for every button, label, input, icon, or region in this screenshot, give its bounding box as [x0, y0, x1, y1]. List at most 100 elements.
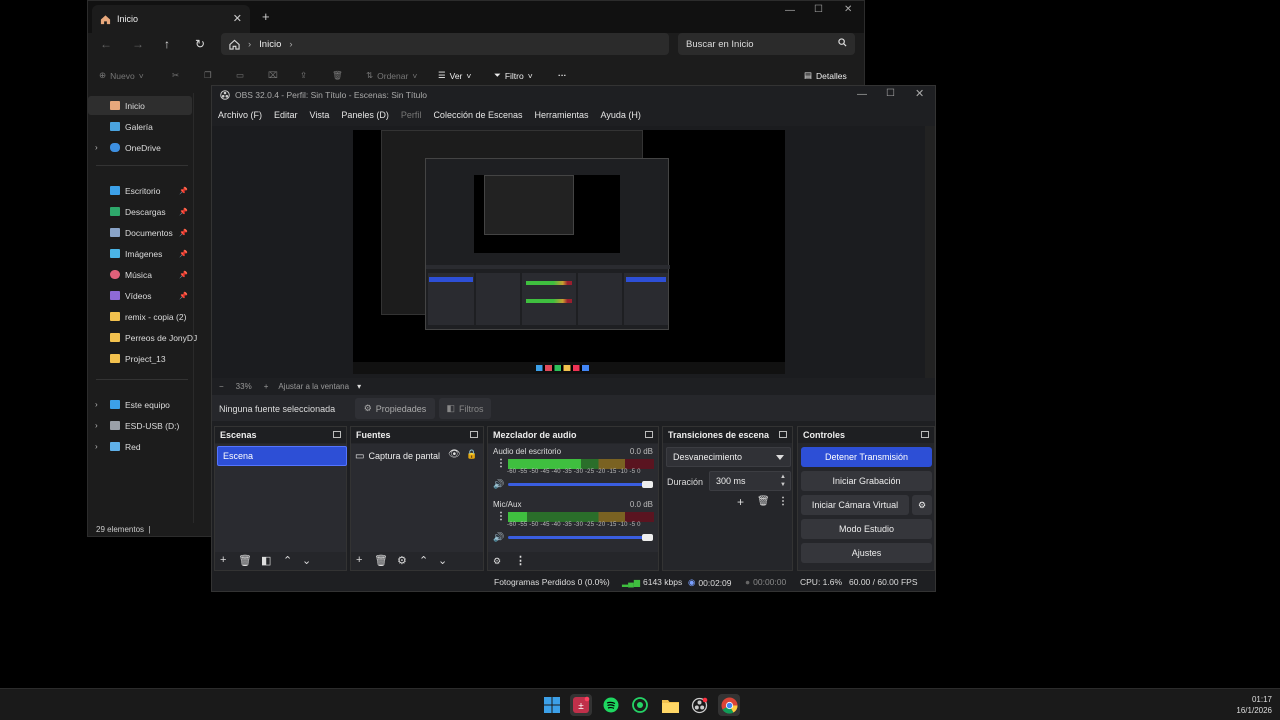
preview-canvas[interactable]: [353, 130, 785, 374]
scene-item[interactable]: Escena: [217, 446, 347, 466]
speaker-icon[interactable]: 🔊: [493, 479, 504, 490]
view-button[interactable]: ☰ Ver ˅: [438, 70, 471, 81]
chevron-right-icon[interactable]: ›: [95, 421, 98, 430]
delete-icon[interactable]: 🗑: [332, 70, 343, 81]
sidebar-item-este-equipo[interactable]: › Este equipo: [88, 395, 192, 414]
rename-icon[interactable]: ⌧: [268, 70, 278, 81]
chevron-right-icon[interactable]: ›: [95, 143, 98, 152]
more-options-icon[interactable]: ⋮: [515, 554, 526, 567]
fit-to-window-button[interactable]: Ajustar a la ventana: [278, 382, 349, 391]
menu-herramientas[interactable]: Herramientas: [529, 110, 595, 120]
more-options-icon[interactable]: ⋮: [778, 496, 788, 507]
transition-select[interactable]: Desvanecimiento: [666, 447, 791, 467]
tab-close-icon[interactable]: ✕: [233, 12, 242, 25]
menu-archivo[interactable]: Archivo (F): [212, 110, 268, 120]
sidebar-item-red[interactable]: › Red: [88, 437, 192, 456]
search-input[interactable]: Buscar en Inicio: [678, 33, 855, 55]
chevron-right-icon[interactable]: ›: [95, 442, 98, 451]
gear-icon[interactable]: ⚙: [397, 554, 407, 567]
minimize-icon[interactable]: —: [857, 89, 867, 100]
volume-slider[interactable]: [508, 483, 648, 486]
refresh-icon[interactable]: ↻: [195, 37, 205, 51]
undock-icon[interactable]: [779, 431, 787, 438]
minimize-icon[interactable]: —: [785, 5, 795, 16]
cut-icon[interactable]: ✂: [172, 70, 179, 81]
new-tab-button[interactable]: +: [262, 9, 270, 24]
file-explorer-icon[interactable]: [659, 694, 681, 716]
trash-icon[interactable]: 🗑: [757, 496, 770, 507]
paste-icon[interactable]: ▭: [236, 70, 244, 81]
studio-mode-button[interactable]: Modo Estudio: [801, 519, 932, 539]
chevron-down-icon[interactable]: ⌄: [302, 554, 311, 567]
chevron-right-icon[interactable]: ›: [95, 400, 98, 409]
sidebar-item-musica[interactable]: Música 📌: [88, 265, 192, 284]
chevron-up-icon[interactable]: ⌃: [283, 554, 292, 567]
undock-icon[interactable]: [470, 431, 478, 438]
channel-menu-icon[interactable]: ⋮: [496, 458, 506, 469]
sidebar-item-inicio[interactable]: Inicio: [88, 96, 192, 115]
preview-area[interactable]: [212, 126, 925, 378]
virtual-camera-settings-button[interactable]: ⚙: [912, 495, 932, 515]
sidebar-item-project13[interactable]: Project_13: [88, 349, 192, 368]
sidebar-splitter[interactable]: [193, 93, 194, 523]
stop-stream-button[interactable]: Detener Transmisión: [801, 447, 932, 467]
spotify-icon[interactable]: [600, 694, 622, 716]
sidebar-item-descargas[interactable]: Descargas 📌: [88, 202, 192, 221]
address-bar[interactable]: › Inicio ›: [221, 33, 669, 55]
speaker-icon[interactable]: 🔊: [493, 532, 504, 543]
menu-ayuda[interactable]: Ayuda (H): [595, 110, 647, 120]
filters-button[interactable]: ◧ Filtros: [439, 398, 491, 419]
obs-studio-alt-icon[interactable]: [688, 694, 710, 716]
sidebar-item-perreos[interactable]: Perreos de JonyDJ: [88, 328, 197, 347]
chevron-down-icon[interactable]: ⌄: [438, 554, 447, 567]
volume-slider-handle[interactable]: [642, 481, 653, 488]
back-icon[interactable]: ←: [100, 37, 112, 51]
sidebar-item-esd-usb[interactable]: › ESD-USB (D:): [88, 416, 192, 435]
copy-icon[interactable]: ❐: [204, 70, 212, 81]
sort-button[interactable]: ⇅ Ordenar ˅: [366, 70, 417, 81]
more-options-icon[interactable]: ···: [558, 70, 567, 80]
start-virtual-camera-button[interactable]: Iniciar Cámara Virtual: [801, 495, 909, 515]
close-icon[interactable]: ✕: [915, 87, 924, 100]
settings-button[interactable]: Ajustes: [801, 543, 932, 563]
filter-button[interactable]: ⏷ Filtro ˅: [494, 70, 533, 81]
duration-input[interactable]: 300 ms ▲ ▼: [709, 471, 791, 491]
menu-paneles[interactable]: Paneles (D): [335, 110, 395, 120]
whatsapp-icon[interactable]: [629, 694, 651, 716]
add-icon[interactable]: +: [737, 495, 744, 509]
undock-icon[interactable]: [645, 431, 653, 438]
trash-icon[interactable]: 🗑: [238, 554, 252, 567]
add-icon[interactable]: +: [220, 554, 226, 566]
preview-scrollbar[interactable]: [925, 126, 935, 378]
source-item[interactable]: ▭ Captura de pantalla: [355, 446, 483, 466]
chrome-icon[interactable]: [718, 694, 740, 716]
spinner-icon[interactable]: ▲ ▼: [780, 473, 786, 489]
sidebar-item-imagenes[interactable]: Imágenes 📌: [88, 244, 192, 263]
sidebar-item-videos[interactable]: Vídeos 📌: [88, 286, 192, 305]
maximize-icon[interactable]: ☐: [814, 4, 823, 15]
properties-button[interactable]: ⚙ Propiedades: [355, 398, 435, 419]
add-icon[interactable]: +: [356, 554, 362, 566]
menu-perfil[interactable]: Perfil: [395, 110, 428, 120]
start-recording-button[interactable]: Iniciar Grabación: [801, 471, 932, 491]
share-icon[interactable]: ⇪: [300, 70, 307, 81]
trash-icon[interactable]: 🗑: [374, 554, 388, 567]
zoom-out-button[interactable]: −: [219, 382, 224, 391]
up-icon[interactable]: ↑: [164, 37, 170, 51]
volume-slider-handle[interactable]: [642, 534, 653, 541]
system-clock[interactable]: 01:17 16/1/2026: [1220, 694, 1272, 716]
sidebar-item-documentos[interactable]: Documentos 📌: [88, 223, 192, 242]
undock-icon[interactable]: [921, 431, 929, 438]
new-button[interactable]: ⊕ Nuevo ˅: [99, 70, 144, 81]
sidebar-item-escritorio[interactable]: Escritorio 📌: [88, 181, 192, 200]
sidebar-item-remix[interactable]: remix - copia (2): [88, 307, 192, 326]
close-icon[interactable]: ✕: [844, 4, 852, 15]
zoom-in-button[interactable]: +: [264, 382, 269, 391]
breadcrumb[interactable]: Inicio: [259, 39, 281, 50]
advanced-audio-icon[interactable]: ⚙: [493, 556, 501, 567]
channel-menu-icon[interactable]: ⋮: [496, 511, 506, 522]
lock-icon[interactable]: 🔒: [466, 449, 477, 460]
chevron-up-icon[interactable]: ⌃: [419, 554, 428, 567]
undock-icon[interactable]: [333, 431, 341, 438]
menu-coleccion-escenas[interactable]: Colección de Escenas: [427, 110, 528, 120]
